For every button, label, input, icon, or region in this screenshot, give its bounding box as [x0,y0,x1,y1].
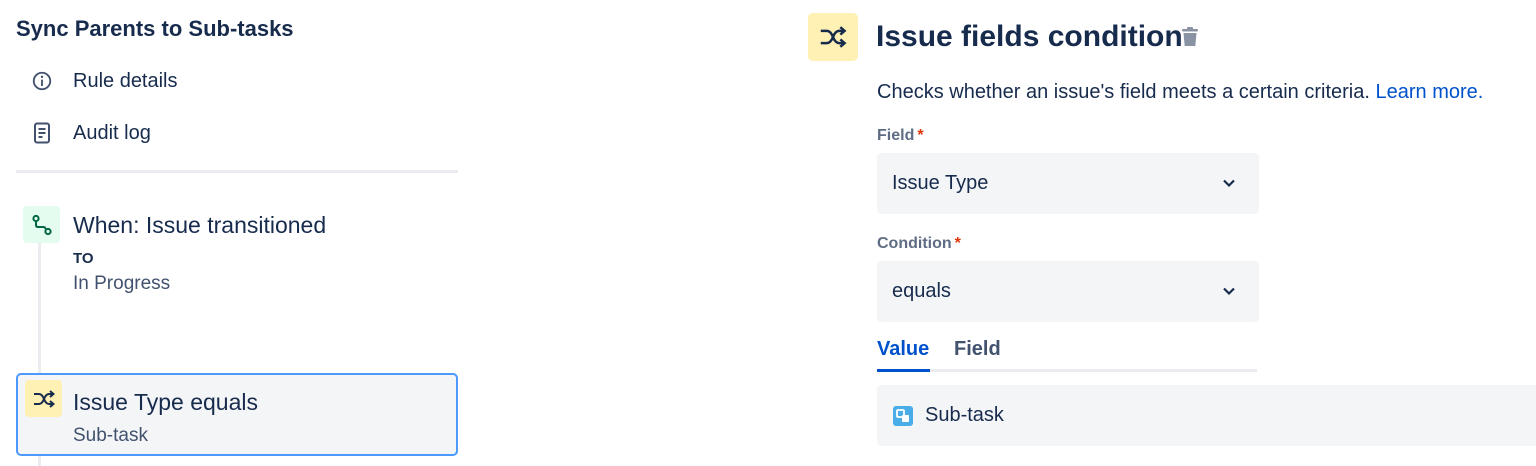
trigger-title: When: Issue transitioned [73,212,327,238]
condition-value: Sub-task [73,425,148,446]
tab-value[interactable]: Value [877,338,929,361]
editor-description: Checks whether an issue's field meets a … [877,81,1483,104]
field-label: Field * [877,127,924,145]
nav-audit-log[interactable]: Audit log [28,119,151,147]
shuffle-icon [25,380,62,417]
field-label-text: Field [877,127,915,144]
condition-label-text: Condition [877,235,952,252]
learn-more-link[interactable]: Learn more. [1375,81,1483,103]
field-select[interactable]: Issue Type [877,153,1259,214]
nav-audit-log-label: Audit log [73,121,151,144]
info-icon [28,67,56,95]
value-selected-label: Sub-task [925,404,1004,426]
subtask-icon [893,405,913,426]
chevron-down-icon [1223,287,1235,296]
rule-sidebar: Sync Parents to Sub-tasks Rule details A… [0,0,470,466]
required-marker: * [917,127,924,144]
condition-component-selected[interactable]: Issue Type equals Sub-task [16,373,458,456]
condition-select[interactable]: equals [877,261,1259,322]
condition-select-value: equals [892,280,951,302]
trash-icon[interactable] [1178,24,1202,50]
condition-label: Condition * [877,235,961,253]
nav-rule-details-label: Rule details [73,69,178,92]
branch-icon [23,206,60,243]
field-select-value: Issue Type [892,172,989,194]
value-tabs: Value Field [877,336,1257,372]
active-tab-indicator [877,369,930,372]
value-multiselect[interactable]: Sub-task [877,385,1536,446]
tab-field[interactable]: Field [954,338,1001,361]
sidebar-divider [16,170,458,173]
condition-title: Issue Type equals [73,389,258,415]
shuffle-icon [808,13,858,61]
condition-editor: Issue fields condition Checks whether an… [800,0,1536,466]
trigger-sub-label: TO [73,250,94,267]
required-marker: * [954,235,961,252]
chevron-down-icon [1223,179,1235,188]
nav-rule-details[interactable]: Rule details [28,67,178,95]
trigger-value: In Progress [73,273,171,294]
rule-title: Sync Parents to Sub-tasks [16,16,294,41]
editor-title: Issue fields condition [876,20,1183,53]
description-text: Checks whether an issue's field meets a … [877,81,1370,103]
document-icon [28,119,56,147]
